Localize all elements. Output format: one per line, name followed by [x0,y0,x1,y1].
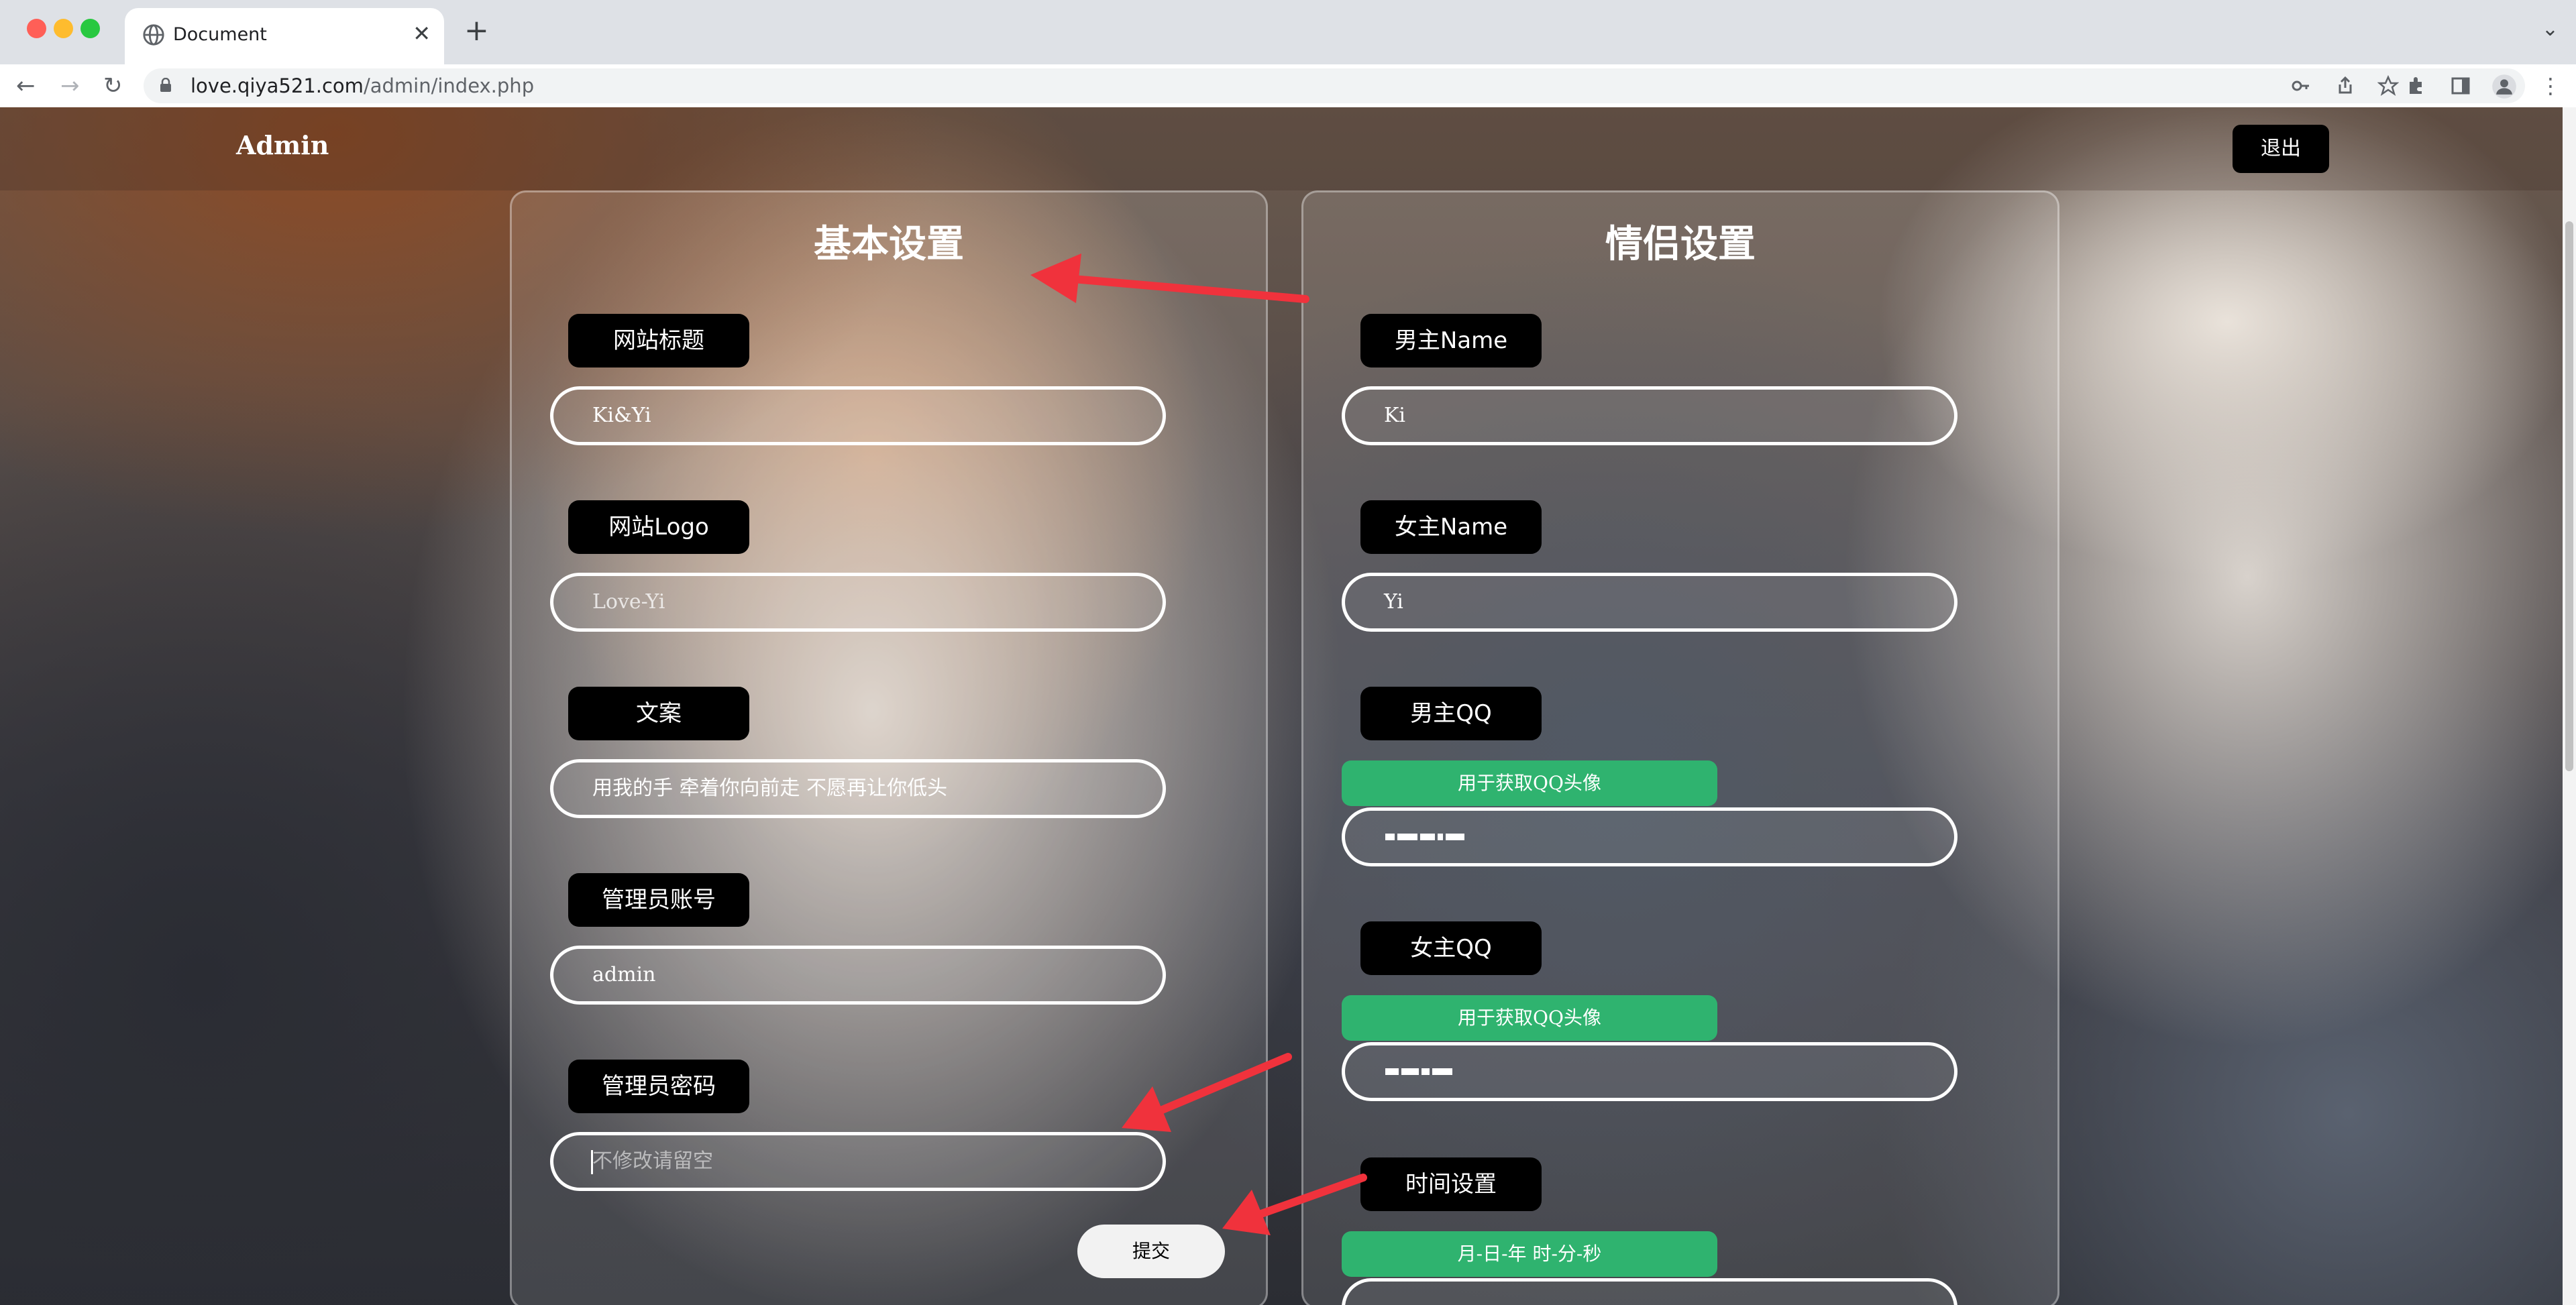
close-icon[interactable]: ✕ [413,20,431,47]
male-name-label: 男主Name [1360,314,1542,367]
forward-icon[interactable]: → [60,71,80,101]
scrollbar[interactable] [2563,107,2576,1305]
field-value: Love-Yi [592,590,665,614]
admin-account-input[interactable]: admin [550,946,1166,1005]
panel-title: 情侣设置 [1605,222,1756,266]
male-name-input[interactable]: Ki [1342,386,1957,445]
field-placeholder: 不修改请留空 [592,1149,713,1173]
browser-tab-bar: Document ✕ + ⌄ [0,0,2576,64]
submit-button[interactable]: 提交 [1077,1225,1225,1278]
masked-value [1385,1064,1455,1080]
url-host: love.qiya521.com [191,74,364,97]
browser-tab[interactable]: Document ✕ [125,8,444,64]
female-name-label: 女主Name [1360,500,1542,554]
time-settings-label: 时间设置 [1360,1157,1542,1211]
annotation-arrows [1030,253,1367,1235]
field-value: Ki [1384,404,1406,427]
more-icon[interactable]: ⋮ [2540,71,2561,101]
copywriting-input[interactable]: 用我的手 牵着你向前走 不愿再让你低头 [550,759,1166,818]
url-text: love.qiya521.com/admin/index.php [191,74,534,98]
lock-icon [160,78,171,92]
plus-icon[interactable]: + [464,15,489,47]
admin-password-label: 管理员密码 [568,1060,749,1113]
minimize-window-button[interactable] [54,19,73,38]
time-format-hint: 月-日-年 时-分-秒 [1342,1231,1717,1277]
globe-icon [143,24,164,46]
close-window-button[interactable] [27,19,46,38]
masked-value [1385,830,1467,846]
reload-icon[interactable]: ↻ [103,71,123,101]
site-title-input[interactable]: Ki&Yi [550,386,1166,445]
url-path: /admin/index.php [363,74,535,97]
tab-title: Document [173,24,267,45]
site-logo-label: 网站Logo [568,500,749,554]
page-background: Admin 退出 基本设置 网站标题 Ki&Yi 网站Logo Love-Yi … [0,107,2563,1305]
admin-password-input[interactable]: 不修改请留空 [550,1132,1166,1191]
time-settings-input[interactable] [1342,1278,1957,1305]
site-header: Admin 退出 [0,107,2563,190]
site-title-label: 网站标题 [568,314,749,367]
address-bar[interactable]: love.qiya521.com/admin/index.php [144,68,2525,103]
male-qq-label: 男主QQ [1360,687,1542,740]
female-name-input[interactable]: Yi [1342,573,1957,632]
extensions-icon[interactable] [2406,75,2427,97]
star-icon[interactable] [2377,75,2399,97]
male-qq-hint: 用于获取QQ头像 [1342,760,1717,806]
back-icon[interactable]: ← [16,71,36,101]
chevron-down-icon[interactable]: ⌄ [2542,16,2559,43]
female-qq-input[interactable] [1342,1042,1957,1101]
brand-title[interactable]: Admin [236,130,329,160]
field-value: Ki&Yi [592,404,651,427]
zoom-window-button[interactable] [80,19,100,38]
field-value: Yi [1384,590,1403,614]
field-value: 用我的手 牵着你向前走 不愿再让你低头 [592,777,948,800]
profile-icon[interactable] [2491,74,2517,99]
field-value: admin [592,963,656,986]
male-qq-input[interactable] [1342,807,1957,866]
admin-account-label: 管理员账号 [568,873,749,927]
logout-button[interactable]: 退出 [2233,125,2329,173]
sidebar-icon[interactable] [2450,75,2471,97]
copywriting-label: 文案 [568,687,749,740]
female-qq-hint: 用于获取QQ头像 [1342,995,1717,1041]
scrollbar-thumb[interactable] [2565,221,2573,771]
female-qq-label: 女主QQ [1360,921,1542,975]
browser-toolbar: ← → ↻ love.qiya521.com/admin/index.php ⋮ [0,64,2576,109]
panel-title: 基本设置 [814,222,964,266]
share-icon[interactable] [2334,75,2356,97]
site-logo-input[interactable]: Love-Yi [550,573,1166,632]
key-icon[interactable] [2290,75,2312,97]
